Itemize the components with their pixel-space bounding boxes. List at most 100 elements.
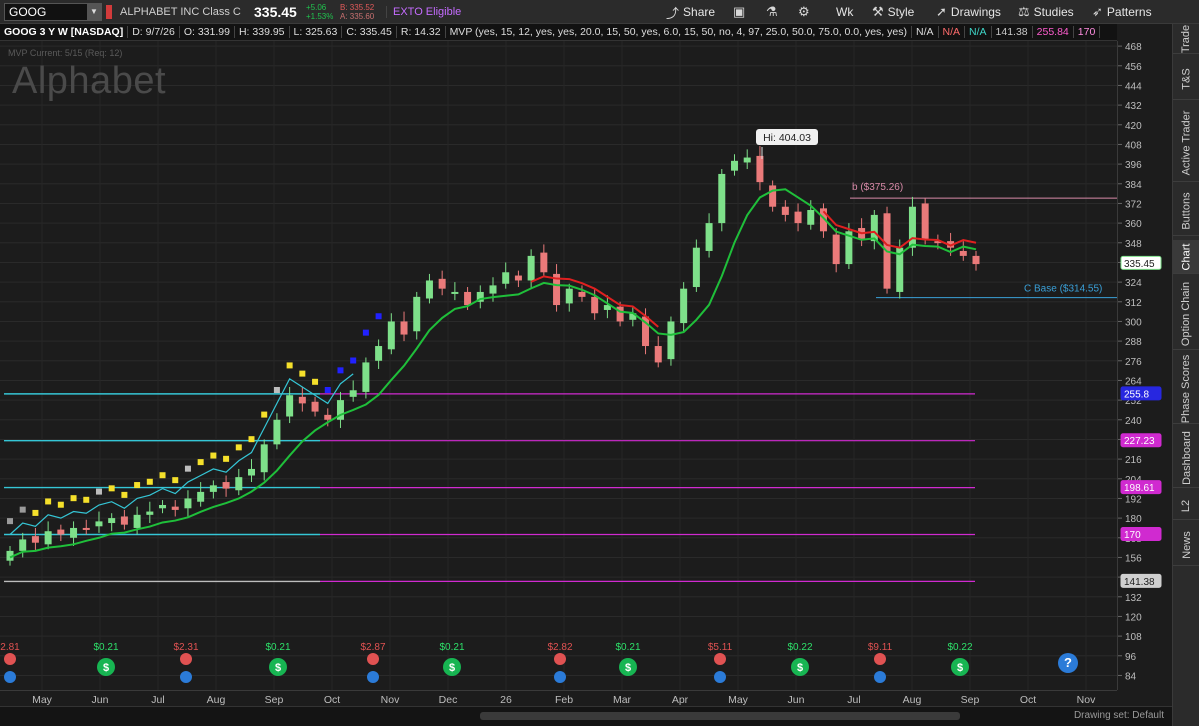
y-tick-label: 396 (1125, 160, 1142, 171)
settings-button[interactable]: ⚙ (798, 0, 810, 24)
hi-label: Hi: 404.03 (763, 132, 811, 144)
signal-dot (223, 455, 230, 462)
candle-body (273, 419, 281, 445)
candle-body (286, 395, 294, 417)
drawings-button[interactable]: ➚ Drawings (936, 0, 1001, 24)
x-tick-label: May (32, 694, 53, 706)
candle-body (324, 414, 332, 420)
candle-body (146, 511, 154, 515)
y-tick-label: 468 (1125, 42, 1142, 53)
price-axis-svg: 4684564444324204083963843723603483363243… (1118, 42, 1162, 682)
signal-dot (45, 498, 52, 505)
side-tab-l2[interactable]: L2 (1173, 492, 1199, 520)
earnings-icon (367, 653, 379, 665)
candle-body (743, 157, 751, 163)
study-value-na3: N/A (965, 26, 992, 38)
candle-body (95, 521, 103, 527)
dividend-label: $0.21 (265, 642, 290, 653)
side-tab-dashboard[interactable]: Dashboard (1173, 428, 1199, 488)
side-tab-trade[interactable]: Trade (1173, 24, 1199, 54)
style-icon: ⚒ (872, 4, 884, 19)
x-tick-label: Sep (961, 694, 980, 706)
study-label[interactable]: MVP (yes, 15, 12, yes, yes, 20.0, 15, 50… (446, 26, 912, 38)
x-tick-label: Jul (847, 694, 860, 706)
candle-body (171, 506, 179, 510)
side-tab-label: L2 (1180, 499, 1193, 512)
side-tab-option-chain[interactable]: Option Chain (1173, 278, 1199, 350)
candle-body (387, 321, 395, 350)
x-tick-label: Jul (151, 694, 164, 706)
chart-header: GOOG 3 Y W [NASDAQ] D: 9/7/26 O: 331.99 … (0, 24, 1117, 41)
dividend-label: $0.21 (93, 642, 118, 653)
drawing-set-label[interactable]: Drawing set: Default (1074, 710, 1164, 721)
period-button[interactable]: Wk (836, 0, 853, 24)
drawings-label: Drawings (950, 5, 1001, 19)
scroll-thumb[interactable] (480, 712, 960, 720)
symbol-value: GOOG (9, 4, 47, 19)
studies-button[interactable]: ⚖ Studies (1018, 0, 1074, 24)
snapshot-icon: ▣ (733, 4, 746, 19)
dividend-label: $0.21 (615, 642, 640, 653)
signal-dot (362, 329, 369, 336)
candle-body (438, 278, 446, 289)
y-tick-label: 372 (1125, 199, 1142, 210)
candle-body (908, 206, 916, 248)
y-tick-label: 408 (1125, 140, 1142, 151)
y-tick-label: 96 (1125, 652, 1137, 663)
candle-body (133, 514, 141, 528)
earnings-estimate-icon (874, 671, 886, 683)
side-tab-buttons[interactable]: Buttons (1173, 186, 1199, 236)
candle-body (591, 296, 599, 314)
candle-body (870, 214, 878, 242)
chart-plot-area[interactable]: b ($375.26) C Base ($314.55) Hi: 404.03 2.8… (0, 41, 1117, 690)
snapshot-button[interactable]: ▣ (733, 0, 745, 24)
candle-body (769, 185, 777, 207)
time-axis[interactable]: May Jun Jul Aug Sep Oct Nov Dec 26 Feb Mar Apr May Ju… (0, 690, 1117, 706)
side-tab-news[interactable]: News (1173, 524, 1199, 566)
cursor-icon: ➚ (936, 4, 947, 19)
y-tick-label: 420 (1125, 121, 1142, 132)
patterns-button[interactable]: ➶ Patterns (1092, 0, 1152, 24)
signal-dot (134, 482, 141, 489)
candle-body (425, 280, 433, 299)
signal-dot (121, 491, 128, 498)
side-tab-active-trader[interactable]: Active Trader (1173, 104, 1199, 182)
candle-body (514, 275, 522, 281)
studies-icon: ⚖ (1018, 4, 1030, 19)
price-axis[interactable]: 4684564444324204083963843723603483363243… (1117, 41, 1172, 690)
y-tick-label: 432 (1125, 101, 1142, 112)
x-tick-label: Jun (92, 694, 109, 706)
y-tick-label: 132 (1125, 593, 1142, 604)
company-watermark: Alphabet (12, 60, 167, 102)
x-tick-label: Nov (1077, 694, 1096, 706)
signal-dot (312, 378, 319, 385)
style-button[interactable]: ⚒ Style (872, 0, 914, 24)
dollar-icon: $ (625, 662, 631, 674)
top-toolbar: GOOG ▼ ALPHABET INC Class C 335.45 +5.06… (0, 0, 1199, 24)
price-marker-label: 141.38 (1124, 577, 1155, 588)
share-button[interactable]: ⤴ Share (666, 0, 715, 24)
symbol-input[interactable]: GOOG ▼ (4, 2, 102, 21)
x-tick-label: May (728, 694, 749, 706)
flask-button[interactable]: ⚗ (766, 0, 778, 24)
chevron-down-icon[interactable]: ▼ (87, 3, 101, 20)
side-tab-chart[interactable]: Chart (1173, 240, 1199, 274)
y-tick-label: 360 (1125, 219, 1142, 230)
study-value-2: 255.84 (1033, 26, 1074, 38)
y-tick-label: 324 (1125, 278, 1142, 289)
dollar-icon: $ (957, 662, 963, 674)
ask-value: A: 335.60 (340, 11, 375, 21)
earnings-estimate-icon (4, 671, 16, 683)
chart-scrollbar[interactable]: Drawing set: Default (0, 706, 1172, 726)
candle-body (705, 223, 713, 251)
earnings-label: $2.31 (173, 642, 198, 653)
signal-dot (146, 478, 153, 485)
side-tab-phase-scores[interactable]: Phase Scores (1173, 354, 1199, 424)
help-icon-glyph: ? (1064, 655, 1072, 670)
app-window: GOOG ▼ ALPHABET INC Class C 335.45 +5.06… (0, 0, 1199, 726)
exto-eligible-badge: EXTO Eligible (386, 5, 467, 18)
side-tab-t-s[interactable]: T&S (1173, 58, 1199, 100)
x-tick-label: Sep (265, 694, 284, 706)
candle-body (540, 252, 548, 273)
candlestick-chart[interactable]: b ($375.26) C Base ($314.55) Hi: 404.03 2.8… (0, 41, 1117, 690)
